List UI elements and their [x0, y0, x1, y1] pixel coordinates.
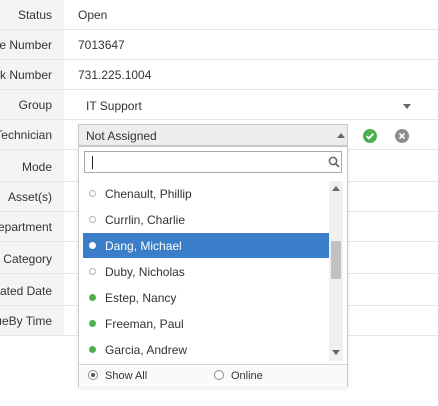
status-label: Status — [17, 8, 52, 22]
selected-status-icon — [89, 242, 96, 249]
online-status-icon — [89, 346, 96, 353]
online-status-icon — [89, 294, 96, 301]
filter-footer: Show All Online — [79, 364, 347, 387]
technician-select[interactable]: Not Assigned — [78, 124, 348, 146]
show-all-label[interactable]: Show All — [105, 370, 147, 382]
assets-label: Asset(s) — [7, 190, 52, 204]
status-row: Status Open — [0, 0, 438, 30]
online-label[interactable]: Online — [231, 370, 263, 382]
search-input[interactable] — [87, 154, 321, 170]
technician-name: Freeman, Paul — [105, 317, 184, 331]
scroll-thumb[interactable] — [331, 241, 341, 279]
technician-name: Duby, Nicholas — [105, 265, 185, 279]
department-label: epartment — [0, 220, 52, 234]
technician-dropdown: Chenault, Phillip Currlin, Charlie Dang,… — [78, 146, 348, 387]
chevron-up-icon[interactable] — [337, 133, 345, 138]
list-item[interactable]: Freeman, Paul — [83, 311, 329, 336]
technician-name: Chenault, Phillip — [105, 187, 192, 201]
status-value: Open — [78, 8, 108, 22]
ticket-form: Status Open e Number 7013647 k Number 73… — [0, 0, 438, 406]
list-item[interactable]: Garcia, Andrew — [83, 337, 329, 361]
technician-name: Currlin, Charlie — [105, 213, 186, 227]
technician-name: Dang, Michael — [105, 239, 182, 253]
phone-number-value: 7013647 — [78, 38, 125, 52]
offline-status-icon — [89, 190, 96, 197]
work-number-value: 731.225.1004 — [78, 68, 152, 82]
mode-label: Mode — [21, 160, 52, 174]
text-cursor — [92, 156, 93, 169]
group-select-value: IT Support — [86, 99, 142, 113]
technician-label: Technician — [0, 128, 52, 142]
online-radio[interactable] — [214, 370, 224, 380]
phone-number-label: e Number — [0, 38, 52, 52]
technician-name: Estep, Nancy — [105, 291, 177, 305]
dueby-time-label: ueBy Time — [0, 314, 52, 328]
scroll-down-icon[interactable] — [332, 350, 340, 355]
technician-select-value: Not Assigned — [86, 129, 157, 143]
online-status-icon — [89, 320, 96, 327]
list-item[interactable]: Chenault, Phillip — [83, 181, 329, 206]
scroll-up-icon[interactable] — [332, 186, 340, 191]
close-circle-icon[interactable] — [395, 129, 409, 143]
created-date-label: ated Date — [0, 284, 52, 298]
list-item[interactable]: Duby, Nicholas — [83, 259, 329, 284]
list-item[interactable]: Estep, Nancy — [83, 285, 329, 310]
category-label: Category — [3, 252, 52, 266]
group-label: Group — [18, 98, 52, 112]
list-item-selected[interactable]: Dang, Michael — [83, 233, 329, 258]
technician-list: Chenault, Phillip Currlin, Charlie Dang,… — [83, 181, 329, 361]
search-box[interactable] — [84, 151, 342, 173]
work-number-label: k Number — [0, 68, 52, 82]
offline-status-icon — [89, 268, 96, 275]
chevron-down-icon[interactable] — [403, 104, 411, 109]
phone-number-row: e Number 7013647 — [0, 30, 438, 60]
list-item[interactable]: Currlin, Charlie — [83, 207, 329, 232]
check-circle-icon[interactable] — [363, 129, 377, 143]
work-number-row: k Number 731.225.1004 — [0, 60, 438, 90]
list-scrollbar[interactable] — [329, 181, 343, 361]
offline-status-icon — [89, 216, 96, 223]
search-icon[interactable] — [328, 156, 340, 171]
technician-name: Garcia, Andrew — [105, 343, 188, 357]
group-select[interactable]: IT Support — [78, 94, 414, 118]
show-all-radio[interactable] — [88, 370, 98, 380]
